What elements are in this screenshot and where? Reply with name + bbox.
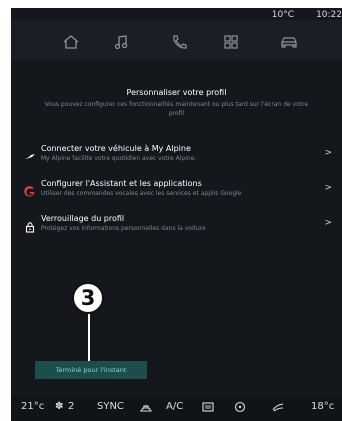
menu-item-description: Utiliser des commandes vocales avec les … [41,190,242,197]
profile-options-list: Connecter votre véhicule à My Alpine My … [11,140,342,245]
lock-icon [24,218,36,233]
done-for-now-button[interactable]: Terminé pour l'instant [35,361,147,379]
fan-speed[interactable]: 2 [68,401,74,412]
car-icon[interactable] [279,34,299,50]
phone-icon[interactable] [169,34,189,50]
steering-wheel-heat-icon[interactable] [233,401,247,416]
home-icon[interactable] [61,34,81,50]
menu-item-description: Protégez vos informations personnelles d… [41,225,206,232]
subtitle-line-1: Vous pouvez configurer ces fonctionnalit… [44,101,309,108]
rear-defrost-icon[interactable] [201,401,215,416]
subtitle-line-2: profil [168,110,185,117]
infotainment-screen: 10°C 10:22 Personnaliser votre profil Vo… [11,8,342,421]
menu-item-google-assistant[interactable]: Configurer l'Assistant et les applicatio… [11,175,342,210]
chevron-right-icon: > [324,218,332,228]
frame: 10°C 10:22 Personnaliser votre profil Vo… [0,0,342,421]
temp-right[interactable]: 18°c [311,401,334,412]
chevron-right-icon: > [324,183,332,193]
music-icon[interactable] [111,34,131,50]
menu-item-title: Configurer l'Assistant et les applicatio… [41,179,202,188]
menu-item-my-alpine[interactable]: Connecter votre véhicule à My Alpine My … [11,140,342,175]
menu-item-profile-lock[interactable]: Verrouillage du profil Protégez vos info… [11,210,342,245]
climate-bar: 21°c ✽ 2 SYNC A/C 18°c [11,396,342,421]
ac-button[interactable]: A/C [166,401,183,412]
google-icon [24,183,36,197]
top-navigation-bar [11,20,342,60]
menu-item-description: My Alpine facilite votre quotidien avec … [41,155,197,162]
page-title: Personnaliser votre profil [126,88,227,97]
windshield-defrost-icon[interactable] [139,401,153,416]
air-flow-icon[interactable] [271,401,285,416]
menu-item-title: Connecter votre véhicule à My Alpine [41,144,191,153]
temp-left[interactable]: 21°c [21,401,44,412]
status-temperature: 10°C [271,10,294,20]
fan-icon: ✽ [55,401,64,412]
callout-number: 3 [72,282,104,314]
menu-item-title: Verrouillage du profil [41,214,125,223]
page-subtitle: Vous pouvez configurer ces fonctionnalit… [11,100,342,118]
sync-button[interactable]: SYNC [97,401,124,412]
status-time: 10:22 [316,10,342,20]
callout-leader-line [88,310,90,368]
chevron-right-icon: > [324,148,332,158]
status-bar: 10°C 10:22 [11,8,342,26]
apps-icon[interactable] [221,34,241,50]
alpine-logo-icon [24,148,36,160]
